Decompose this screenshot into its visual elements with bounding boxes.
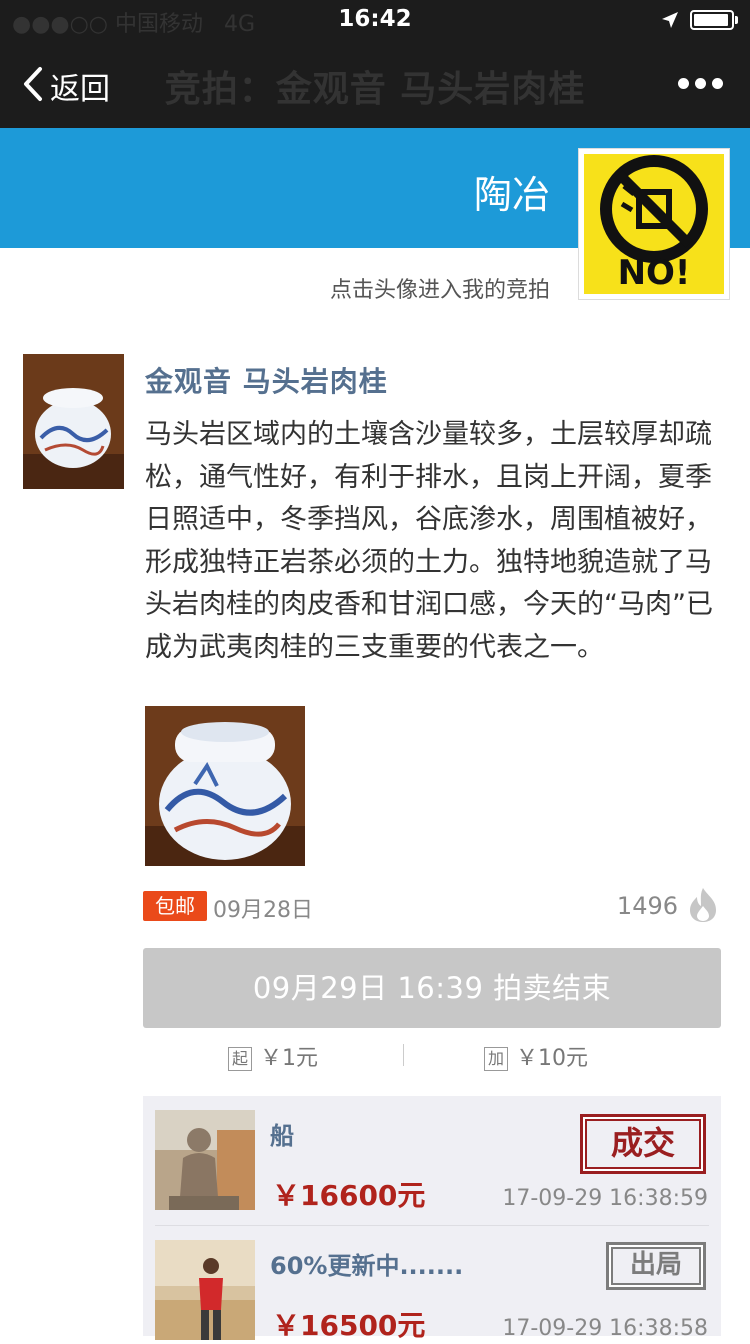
increment-badge-icon: 加 xyxy=(484,1047,508,1071)
start-badge-icon: 起 xyxy=(228,1047,252,1071)
start-price-value: ￥1元 xyxy=(260,1046,318,1071)
post-date: 09月28日 xyxy=(213,898,313,923)
bidder-avatar[interactable] xyxy=(155,1240,255,1340)
battery-cap xyxy=(735,16,738,24)
post-title[interactable]: 金观音 马头岩肉桂 xyxy=(145,360,388,400)
deal-stamp: 成交 xyxy=(580,1114,706,1174)
page-title: 竞拍：金观音 马头岩肉桂 xyxy=(164,69,586,110)
bidder-name[interactable]: 船 xyxy=(270,1116,294,1151)
avatar-hint: 点击头像进入我的竞拍 xyxy=(329,278,550,303)
fire-icon xyxy=(690,888,716,922)
bidder-avatar[interactable] xyxy=(155,1110,255,1210)
outbid-stamp: 出局 xyxy=(606,1242,706,1290)
bid-time: 17-09-29 16:38:59 xyxy=(502,1186,708,1211)
username: 陶冶 xyxy=(473,173,550,217)
svg-text:NO!: NO! xyxy=(618,253,691,293)
start-price: 起 ￥1元 xyxy=(228,1040,318,1072)
increment-price-value: ￥10元 xyxy=(516,1046,588,1071)
product-image[interactable] xyxy=(145,706,305,866)
bid-amount: ￥16600元 xyxy=(272,1179,426,1212)
price-divider xyxy=(403,1044,404,1066)
free-shipping-badge: 包邮 xyxy=(143,891,207,921)
battery-level xyxy=(694,14,728,26)
bidder-name[interactable]: 60%更新中....... xyxy=(270,1246,463,1281)
auction-status: 09月29日 16:39 拍卖结束 xyxy=(143,948,721,1028)
view-count: 1496 xyxy=(616,892,678,920)
bid-amount: ￥16500元 xyxy=(272,1309,426,1342)
increment-price: 加 ￥10元 xyxy=(484,1040,588,1072)
location-arrow-icon xyxy=(662,12,678,28)
more-options-icon[interactable] xyxy=(678,78,724,90)
avatar[interactable]: NO! xyxy=(578,148,730,300)
post-description: 马头岩区域内的土壤含沙量较多，土层较厚却疏松，通气性好，有利于排水，且岗上开阔，… xyxy=(145,419,713,663)
bid-time: 17-09-29 16:38:58 xyxy=(502,1316,708,1341)
bid-divider xyxy=(155,1225,709,1226)
product-thumbnail[interactable] xyxy=(23,354,124,489)
battery-icon xyxy=(690,10,734,30)
status-time: 16:42 xyxy=(338,6,412,32)
no-alcohol-logo: NO! xyxy=(600,155,708,293)
